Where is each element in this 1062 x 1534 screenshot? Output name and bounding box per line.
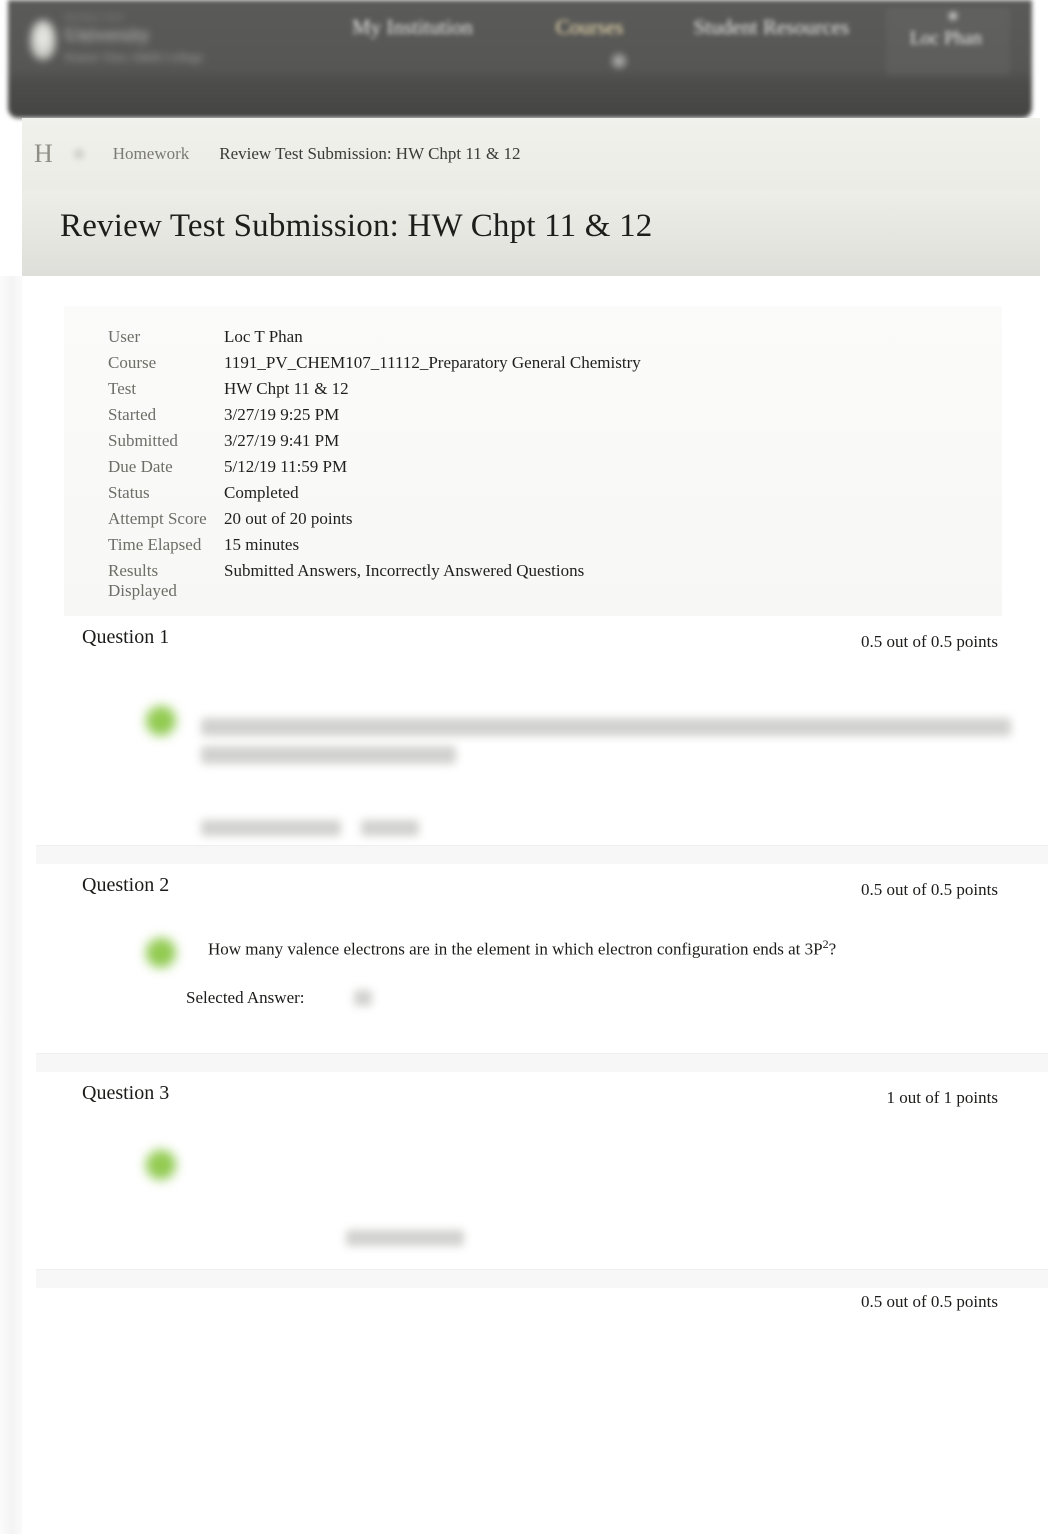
question-text-blurred [346, 1230, 464, 1246]
summary-label-due-date: Due Date [108, 457, 173, 476]
summary-value-user: Loc T Phan [224, 327, 303, 346]
primary-nav: My Institution Courses Student Resources [338, 12, 863, 43]
question-text-body: How many valence electrons are in the el… [208, 939, 823, 959]
institution-logo[interactable]: PRAIRIE VIEW University Prairie View A&M… [30, 14, 204, 65]
summary-value-due-date: 5/12/19 11:59 PM [224, 457, 348, 476]
summary-label-attempt-score: Attempt Score [108, 509, 207, 528]
question-text: How many valence electrons are in the el… [208, 936, 998, 962]
notification-icon[interactable] [946, 10, 960, 22]
chevron-down-icon[interactable] [608, 50, 630, 72]
question-card: 0.5 out of 0.5 points [36, 1288, 1048, 1534]
summary-value-started: 3/27/19 9:25 PM [224, 405, 340, 424]
logo-secondary-text: Prairie View A&M College [65, 50, 204, 64]
question-label: Question 1 [82, 626, 170, 648]
attempt-summary-card: User Loc T Phan Course 1191_PV_CHEM107_1… [64, 306, 1002, 620]
home-icon[interactable]: H [34, 139, 53, 169]
correct-answer-icon [146, 706, 176, 736]
summary-value-status: Completed [224, 483, 299, 502]
main-content: User Loc T Phan Course 1191_PV_CHEM107_1… [22, 276, 1062, 1534]
logo-primary-text: University [65, 25, 151, 46]
card-separator [36, 1270, 1048, 1288]
summary-value-results-displayed: Submitted Answers, Incorrectly Answered … [224, 561, 585, 580]
selected-answer-label-blurred [201, 820, 341, 836]
table-row: Course 1191_PV_CHEM107_11112_Preparatory… [64, 350, 1002, 376]
logo-tagline: PRAIRIE VIEW [65, 14, 125, 22]
breadcrumb-separator-icon [70, 146, 87, 162]
table-row: User Loc T Phan [64, 324, 1002, 350]
table-row: Test HW Chpt 11 & 12 [64, 376, 1002, 402]
question-points: 0.5 out of 0.5 points [861, 880, 998, 899]
question-points: 0.5 out of 0.5 points [861, 632, 998, 651]
card-separator [36, 1054, 1048, 1072]
summary-label-user: User [108, 327, 141, 346]
card-separator [36, 846, 1048, 864]
summary-label-course: Course [108, 353, 157, 372]
question-label: Question 3 [82, 1082, 170, 1104]
page-title: Review Test Submission: HW Chpt 11 & 12 [60, 208, 653, 244]
table-row: Results Displayed Submitted Answers, Inc… [64, 558, 1002, 604]
nav-item-my-institution[interactable]: My Institution [338, 12, 487, 43]
summary-value-time-elapsed: 15 minutes [224, 535, 300, 554]
question-points: 1 out of 1 points [886, 1088, 998, 1107]
user-menu-button[interactable]: Loc Phan [886, 8, 1010, 76]
collapsed-course-menu-rail[interactable] [0, 276, 22, 1534]
summary-label-time-elapsed: Time Elapsed [108, 535, 202, 554]
global-navigation-bar: PRAIRIE VIEW University Prairie View A&M… [8, 0, 1032, 118]
selected-answer-value-blurred [361, 820, 419, 836]
question-text-tail: ? [828, 939, 837, 959]
nav-item-student-resources[interactable]: Student Resources [679, 12, 863, 43]
table-row: Started 3/27/19 9:25 PM [64, 402, 1002, 428]
table-row: Submitted 3/27/19 9:41 PM [64, 428, 1002, 454]
question-points: 0.5 out of 0.5 points [861, 1292, 998, 1311]
user-menu-label: Loc Phan [909, 28, 982, 49]
review-test-submission-page: PRAIRIE VIEW University Prairie View A&M… [0, 0, 1062, 1534]
page-title-band: Review Test Submission: HW Chpt 11 & 12 [22, 190, 1040, 276]
breadcrumb-item-current: Review Test Submission: HW Chpt 11 & 12 [219, 144, 521, 163]
correct-answer-icon [146, 938, 176, 968]
question-card: Question 3 1 out of 1 points [36, 1072, 1048, 1270]
breadcrumb-item-homework[interactable]: Homework [113, 144, 189, 164]
selected-answer-label: Selected Answer: [186, 988, 305, 1007]
question-text-blurred [201, 718, 1011, 736]
summary-value-submitted: 3/27/19 9:41 PM [224, 431, 340, 450]
question-card: Question 1 0.5 out of 0.5 points [36, 616, 1048, 846]
institution-logo-mark [30, 19, 56, 60]
summary-value-test: HW Chpt 11 & 12 [224, 379, 349, 398]
summary-value-course: 1191_PV_CHEM107_11112_Preparatory Genera… [224, 353, 641, 372]
summary-label-submitted: Submitted [108, 431, 178, 450]
question-text-blurred [201, 746, 456, 764]
attempt-summary-table: User Loc T Phan Course 1191_PV_CHEM107_1… [64, 324, 1002, 604]
breadcrumb: H Homework Review Test Submission: HW Ch… [22, 118, 1040, 190]
question-label: Question 2 [82, 874, 170, 896]
summary-value-attempt-score: 20 out of 20 points [224, 509, 353, 528]
summary-label-status: Status [108, 483, 150, 502]
summary-label-test: Test [108, 379, 137, 398]
table-row: Attempt Score 20 out of 20 points [64, 506, 1002, 532]
selected-answer-value-blurred [354, 990, 372, 1006]
question-card: Question 2 0.5 out of 0.5 points How man… [36, 864, 1048, 1054]
breadcrumb-band: H Homework Review Test Submission: HW Ch… [22, 118, 1040, 190]
nav-item-courses[interactable]: Courses [542, 12, 638, 43]
correct-answer-icon [146, 1150, 176, 1180]
summary-label-results-displayed: Results Displayed [108, 561, 177, 600]
table-row: Time Elapsed 15 minutes [64, 532, 1002, 558]
summary-label-started: Started [108, 405, 157, 424]
table-row: Due Date 5/12/19 11:59 PM [64, 454, 1002, 480]
table-row: Status Completed [64, 480, 1002, 506]
